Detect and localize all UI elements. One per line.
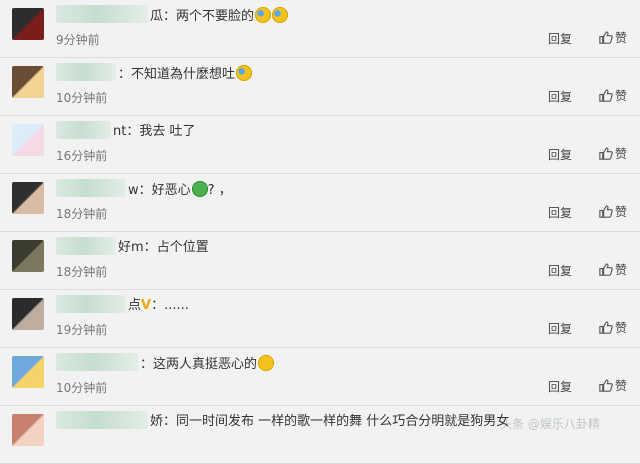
like-button[interactable]: 赞 xyxy=(598,377,627,394)
thumbs-up-icon xyxy=(599,263,613,276)
blurred-username[interactable] xyxy=(56,179,126,197)
user-avatar[interactable] xyxy=(12,66,44,98)
like-label: 赞 xyxy=(615,379,628,393)
user-avatar[interactable] xyxy=(12,124,44,156)
blue-laugh-emoji xyxy=(272,7,289,23)
reply-button[interactable]: 回复 xyxy=(548,204,572,221)
comment-text: 同一时间发布 一样的歌一样的舞 什么巧合分明就是狗男女 xyxy=(176,414,510,429)
user-avatar[interactable] xyxy=(12,298,44,330)
comment-row: ：这两人真挺恶心的 10分钟前 回复 赞 xyxy=(0,348,640,406)
comment-time: 18分钟前 xyxy=(56,207,108,221)
comment-time: 9分钟前 xyxy=(56,33,100,47)
verified-icon: V xyxy=(141,298,152,313)
reply-button[interactable]: 回复 xyxy=(548,262,572,279)
username-visible-fragment: 娇 xyxy=(150,414,164,429)
watermark: 头条 @娱乐八卦精 xyxy=(500,417,600,431)
comment-text-line: 娇：同一时间发布 一样的歌一样的舞 什么巧合分明就是狗男女 xyxy=(150,413,509,431)
like-label: 赞 xyxy=(615,89,628,103)
like-button[interactable]: 赞 xyxy=(598,261,627,278)
like-label: 赞 xyxy=(615,31,628,45)
comment-row: 点V：...... 19分钟前 回复 赞 xyxy=(0,290,640,348)
colon: ： xyxy=(143,240,157,255)
blurred-username[interactable] xyxy=(56,411,148,429)
blurred-username[interactable] xyxy=(56,237,116,255)
user-avatar[interactable] xyxy=(12,356,44,388)
colon: ： xyxy=(163,9,177,24)
comment-text-line: w：好恶心 ? ， xyxy=(128,181,232,200)
thumbs-up-icon xyxy=(599,379,613,392)
comment-punctuation: ? ， xyxy=(207,183,232,198)
comment-text: 两个不要脸的 xyxy=(176,9,255,24)
blue-laugh-emoji xyxy=(255,7,272,23)
comment-text-line: 点V：...... xyxy=(128,297,189,315)
comment-row: w：好恶心 ? ， 18分钟前 回复 赞 xyxy=(0,174,640,232)
comment-row: ：不知道為什麼想吐 10分钟前 回复 赞 xyxy=(0,58,640,116)
blue-laugh-emoji xyxy=(236,65,253,81)
user-avatar[interactable] xyxy=(12,414,44,446)
comment-row: 好m：占个位置 18分钟前 回复 赞 xyxy=(0,232,640,290)
blurred-username[interactable] xyxy=(56,353,138,371)
username-visible-fragment: 点 xyxy=(128,298,142,313)
heart-eyes-emoji xyxy=(258,355,275,371)
comment-time: 16分钟前 xyxy=(56,149,108,163)
comment-text-line: 好m：占个位置 xyxy=(118,239,209,257)
username-visible-fragment: 瓜 xyxy=(150,9,164,24)
colon: ： xyxy=(140,357,154,372)
green-sick-emoji xyxy=(191,181,208,197)
thumbs-up-icon xyxy=(599,147,613,160)
comment-time: 10分钟前 xyxy=(56,91,108,105)
like-label: 赞 xyxy=(615,147,628,161)
username-visible-fragment: w xyxy=(128,183,139,198)
colon: ： xyxy=(126,124,140,139)
comment-text: 这两人真挺恶心的 xyxy=(153,357,258,372)
username-visible-fragment: nt xyxy=(113,124,127,139)
comment-row: 瓜：两个不要脸的 9分钟前 回复 赞 xyxy=(0,0,640,58)
thumbs-up-icon xyxy=(599,205,613,218)
like-label: 赞 xyxy=(615,321,628,335)
colon: ： xyxy=(118,67,132,82)
comment-text: ...... xyxy=(164,298,189,313)
user-avatar[interactable] xyxy=(12,182,44,214)
comment-time: 18分钟前 xyxy=(56,265,108,279)
user-avatar[interactable] xyxy=(12,8,44,40)
like-button[interactable]: 赞 xyxy=(598,145,627,162)
reply-button[interactable]: 回复 xyxy=(548,320,572,337)
reply-button[interactable]: 回复 xyxy=(548,88,572,105)
reply-button[interactable]: 回复 xyxy=(548,146,572,163)
colon: ： xyxy=(151,298,165,313)
reply-button[interactable]: 回复 xyxy=(548,30,572,47)
comment-text: 不知道為什麼想吐 xyxy=(131,67,236,82)
like-button[interactable]: 赞 xyxy=(598,29,627,46)
colon: ： xyxy=(138,183,152,198)
like-label: 赞 xyxy=(615,205,628,219)
comment-text-line: ：这两人真挺恶心的 xyxy=(140,355,275,374)
comment-text-line: ：不知道為什麼想吐 xyxy=(118,65,253,84)
comment-text: 我去 吐了 xyxy=(139,124,196,139)
comment-time: 19分钟前 xyxy=(56,323,108,337)
username-visible-fragment: 好m xyxy=(118,240,144,255)
blurred-username[interactable] xyxy=(56,121,111,139)
like-button[interactable]: 赞 xyxy=(598,203,627,220)
comment-text: 占个位置 xyxy=(156,240,209,255)
blurred-username[interactable] xyxy=(56,63,116,81)
like-label: 赞 xyxy=(615,263,628,277)
blurred-username[interactable] xyxy=(56,5,148,23)
like-button[interactable]: 赞 xyxy=(598,319,627,336)
thumbs-up-icon xyxy=(599,321,613,334)
comment-row: nt：我去 吐了 16分钟前 回复 赞 xyxy=(0,116,640,174)
comment-list: 瓜：两个不要脸的 9分钟前 回复赞：不知道為什麼想吐 10分钟前 回复赞 nt：我去 吐了… xyxy=(0,0,640,464)
blurred-username[interactable] xyxy=(56,295,126,313)
comment-text: 好恶心 xyxy=(151,183,191,198)
colon: ： xyxy=(163,414,177,429)
user-avatar[interactable] xyxy=(12,240,44,272)
like-button[interactable]: 赞 xyxy=(598,87,627,104)
thumbs-up-icon xyxy=(599,31,613,44)
comment-text-line: nt：我去 吐了 xyxy=(113,123,196,141)
thumbs-up-icon xyxy=(599,89,613,102)
comment-text-line: 瓜：两个不要脸的 xyxy=(150,7,289,26)
comment-time: 10分钟前 xyxy=(56,381,108,395)
reply-button[interactable]: 回复 xyxy=(548,378,572,395)
